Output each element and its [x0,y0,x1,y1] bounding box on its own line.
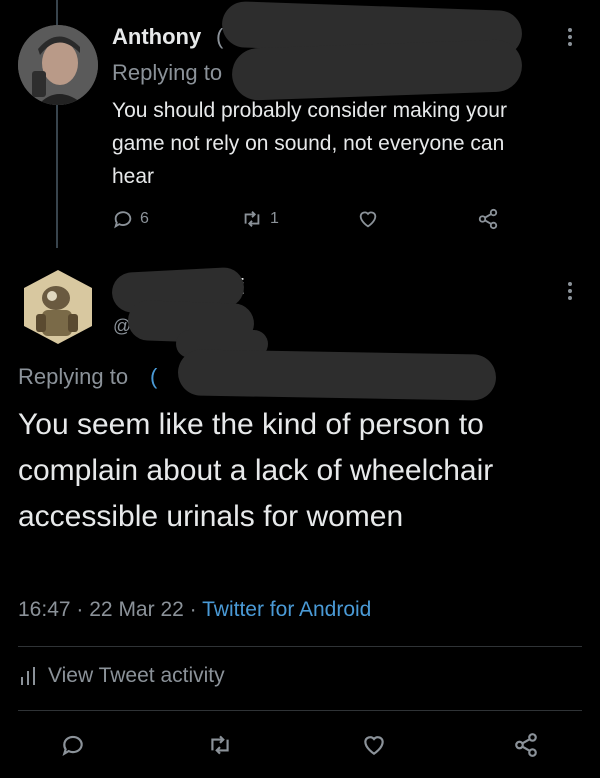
share-button[interactable] [512,732,540,758]
retweet-count: 1 [270,210,279,227]
redaction-mark [231,38,523,102]
avatar-photo-icon [18,25,98,105]
share-icon [478,208,498,230]
reply-icon [114,211,132,229]
heart-icon [364,736,384,755]
avatar[interactable] [22,268,94,346]
tweet-text: You should probably consider making your… [112,99,507,188]
share-button[interactable] [476,208,500,230]
view-tweet-activity-button[interactable]: View Tweet activity [20,664,225,688]
more-options-icon[interactable] [568,28,572,49]
tweet-source-link[interactable]: Twitter for Android [202,598,371,621]
hexagon-avatar-icon [24,270,92,344]
divider [18,646,582,647]
retweet-icon [244,211,260,227]
retweet-button[interactable] [206,732,234,758]
heart-icon [359,211,377,228]
author-name[interactable]: Anthony [112,24,201,50]
redaction-mark [177,349,497,401]
reply-icon [62,735,83,757]
meta-separator: · [76,598,84,621]
tweet-time: 16:47 [18,598,71,621]
reply-button[interactable] [60,732,86,758]
replying-to-handle-fragment[interactable]: ( [150,364,157,390]
share-icon [515,733,537,757]
replying-to-label: Replying to [112,60,223,85]
more-options-icon[interactable] [568,282,572,303]
reply-count: 6 [140,210,149,227]
tweet-text: You seem like the kind of person to comp… [18,408,494,533]
tweet-meta: 16:47 · 22 Mar 22 · Twitter for Android [18,598,371,622]
analytics-bars-icon [21,667,35,685]
like-button[interactable] [360,732,388,758]
retweet-button[interactable]: 1 [240,208,279,230]
divider [18,710,582,711]
retweet-icon [211,735,229,755]
view-tweet-activity-label: View Tweet activity [48,664,225,687]
reply-button[interactable]: 6 [112,208,149,230]
avatar[interactable] [18,25,98,105]
like-button[interactable] [356,208,380,230]
replying-to-label: Replying to [18,364,129,389]
meta-separator: · [189,598,197,621]
tweet-date: 22 Mar 22 [89,598,184,621]
